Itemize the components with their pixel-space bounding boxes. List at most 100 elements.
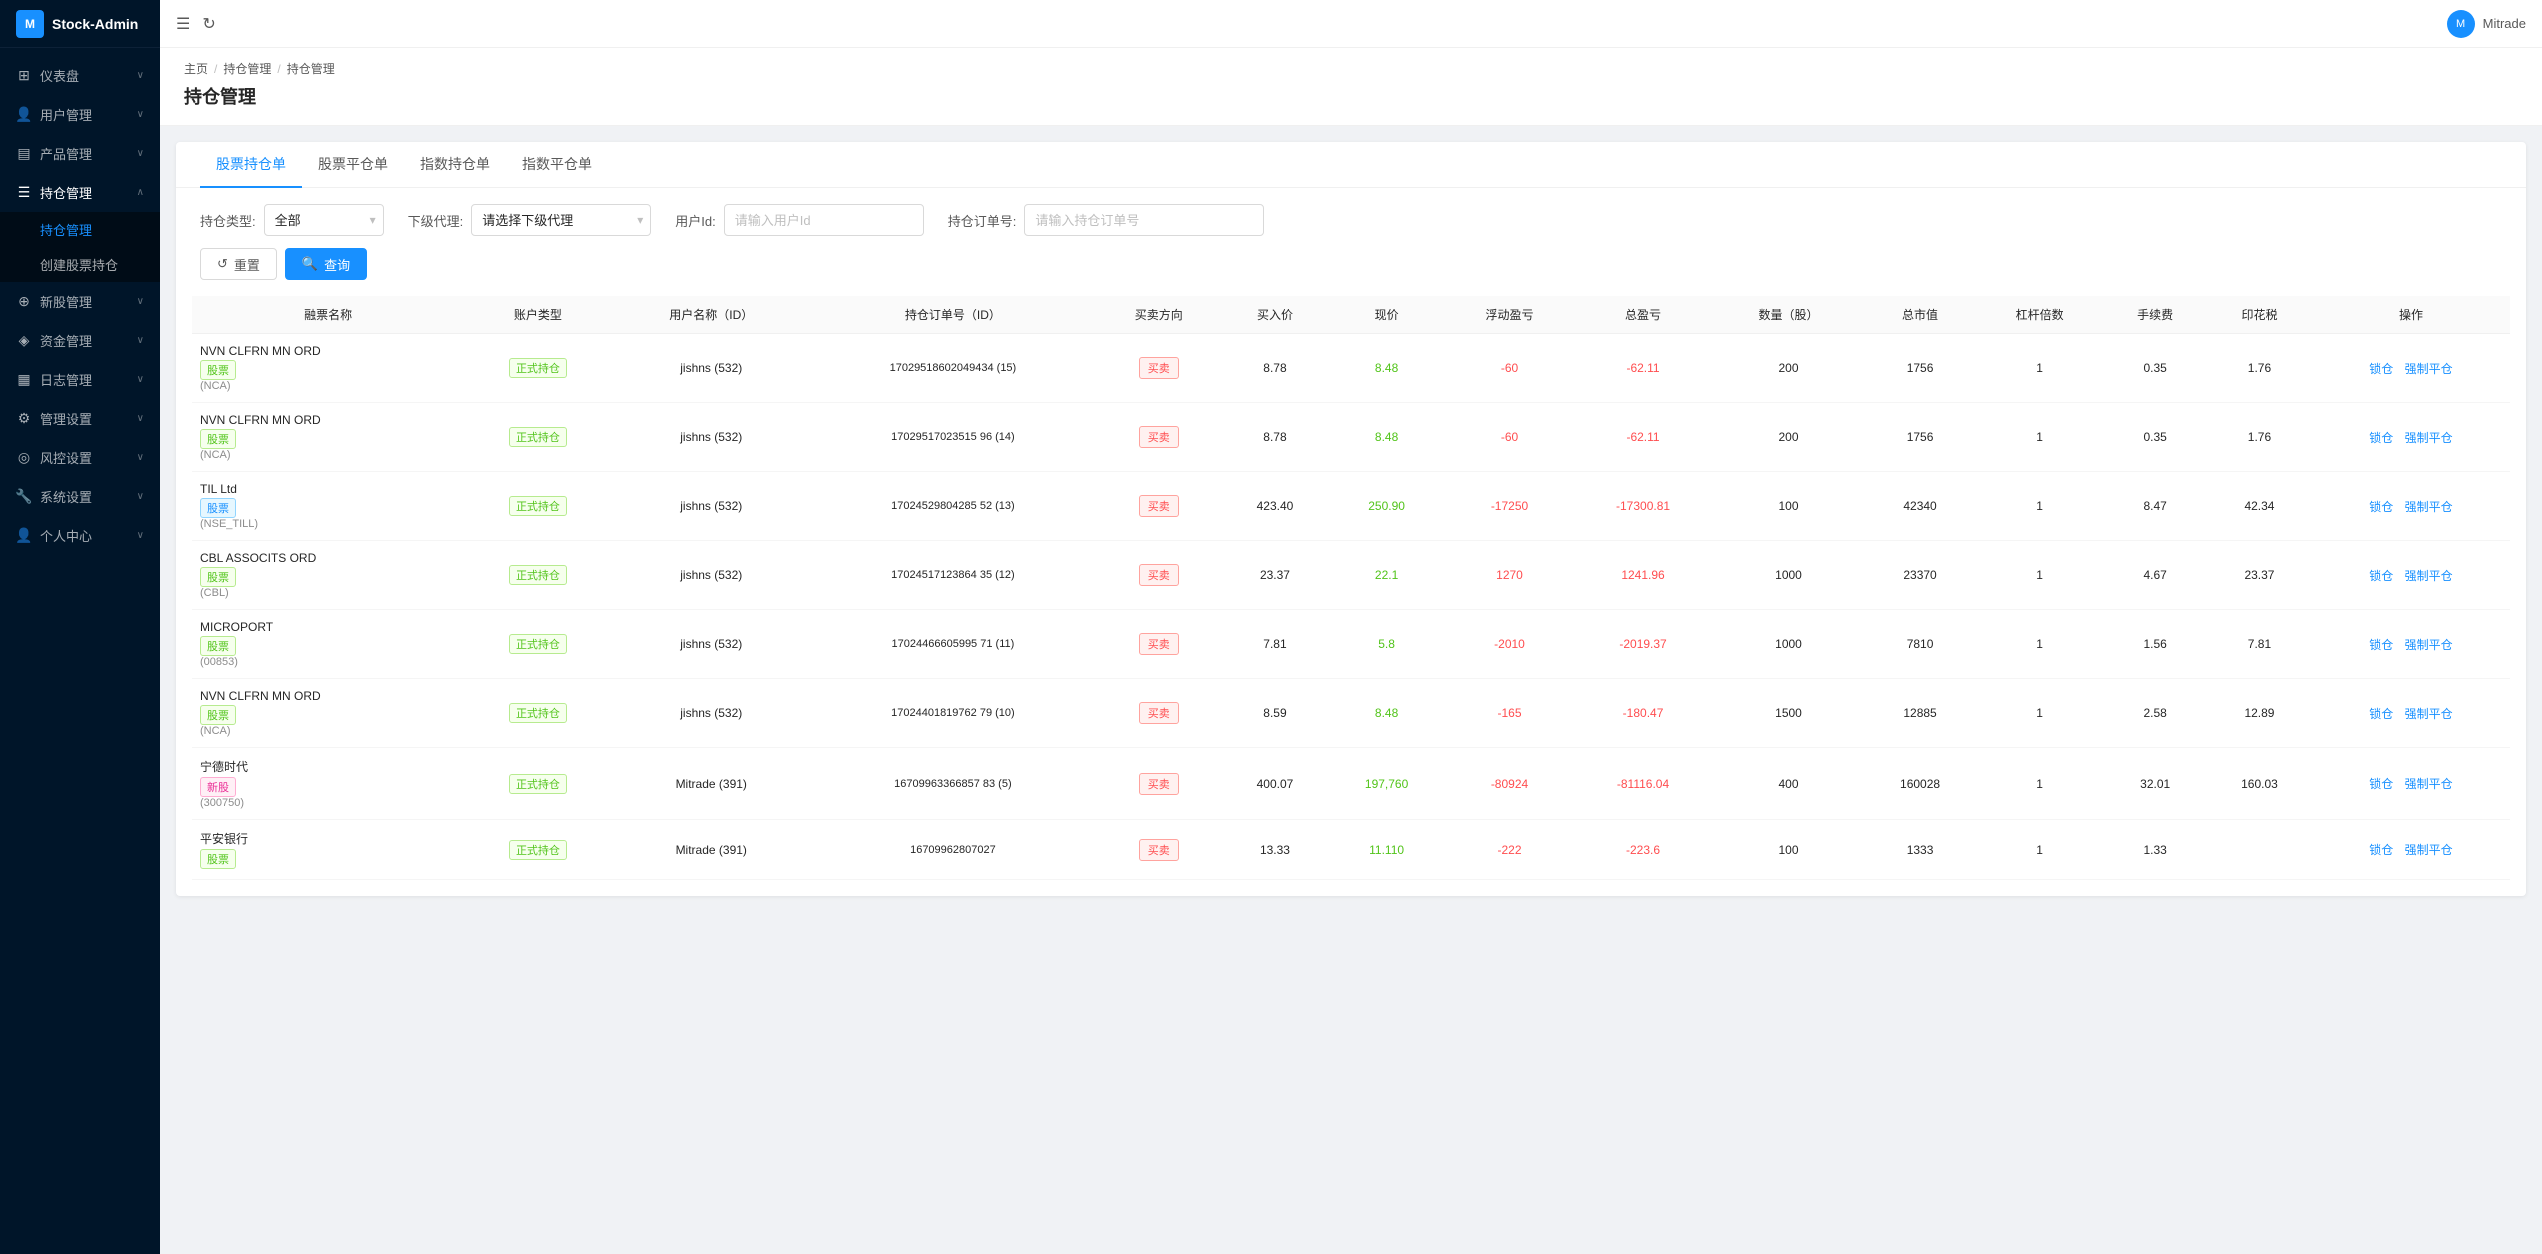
table-row: NVN CLFRN MN ORD 股票 (NCA) 正式持仓 jishns (5… [192,679,2510,748]
cell-name: CBL ASSOCITS ORD 股票 (CBL) [192,541,464,610]
force-close-btn[interactable]: 强制平仓 [2405,362,2453,376]
sidebar-item-label: 风控设置 [40,448,92,467]
sidebar-item-product-mgmt[interactable]: ▤ 产品管理 ∨ [0,134,160,173]
cell-leverage: 1 [1976,403,2104,472]
table-row: CBL ASSOCITS ORD 股票 (CBL) 正式持仓 jishns (5… [192,541,2510,610]
lock-position-btn[interactable]: 锁仓 [2369,362,2393,376]
lock-position-btn[interactable]: 锁仓 [2369,431,2393,445]
cell-user: jishns (532) [612,541,811,610]
cell-leverage: 1 [1976,472,2104,541]
dashboard-icon: ⊞ [16,68,32,84]
force-close-btn[interactable]: 强制平仓 [2405,431,2453,445]
sidebar-sub-item-position-manage[interactable]: 持仓管理 [0,212,160,247]
force-close-btn[interactable]: 强制平仓 [2405,843,2453,857]
col-buy-price: 买入价 [1222,296,1327,334]
sidebar-item-label: 系统设置 [40,487,92,506]
sidebar-item-ipo[interactable]: ⊕ 新股管理 ∨ [0,282,160,321]
tab-stock-position[interactable]: 股票持仓单 [200,142,302,188]
cell-direction: 买卖 [1095,820,1223,880]
cell-name: 宁德时代 新股 (300750) [192,748,464,820]
cell-user: jishns (532) [612,472,811,541]
cell-total-pnl: -17300.81 [1573,472,1713,541]
cell-total-pnl: -180.47 [1573,679,1713,748]
cell-buy-price: 8.78 [1222,334,1327,403]
sidebar-item-personal[interactable]: 👤 个人中心 ∨ [0,516,160,555]
cell-stamp-tax: 7.81 [2207,610,2312,679]
sidebar-item-dashboard[interactable]: ⊞ 仪表盘 ∨ [0,56,160,95]
reset-button[interactable]: ↺ 重置 [200,248,277,280]
sidebar-item-admin-settings[interactable]: ⚙ 管理设置 ∨ [0,399,160,438]
sidebar-item-user-mgmt[interactable]: 👤 用户管理 ∨ [0,95,160,134]
sidebar-item-risk[interactable]: ◎ 风控设置 ∨ [0,438,160,477]
cell-direction: 买卖 [1095,403,1223,472]
force-close-btn[interactable]: 强制平仓 [2405,569,2453,583]
filter-position-type: 持仓类型: 全部 正式持仓 模拟持仓 [200,204,384,236]
sidebar-sub-item-create-stock-position[interactable]: 创建股票持仓 [0,247,160,282]
tab-index-position[interactable]: 指数持仓单 [404,142,506,188]
position-submenu: 持仓管理 创建股票持仓 [0,212,160,282]
lock-position-btn[interactable]: 锁仓 [2369,569,2393,583]
breadcrumb-bar: 主页 / 持仓管理 / 持仓管理 持仓管理 [160,48,2542,126]
search-button[interactable]: 🔍 查询 [285,248,367,280]
force-close-btn[interactable]: 强制平仓 [2405,707,2453,721]
tab-index-close[interactable]: 指数平仓单 [506,142,608,188]
sidebar-item-daily[interactable]: ▦ 日志管理 ∨ [0,360,160,399]
user-icon: 👤 [16,107,32,123]
table-wrap: 融票名称 账户类型 用户名称（ID） 持仓订单号（ID） 买卖方向 买入价 现价… [176,296,2526,896]
header: ☰ ↻ M Mitrade [160,0,2542,48]
cell-order-id: 16709962807027 [811,820,1095,880]
cell-stamp-tax [2207,820,2312,880]
sidebar-item-label: 持仓管理 [40,183,92,202]
cell-actions: 锁仓 强制平仓 [2312,820,2510,880]
order-no-input[interactable] [1024,204,1264,236]
table-row: MICROPORT 股票 (00853) 正式持仓 jishns (532) 1… [192,610,2510,679]
col-direction: 买卖方向 [1095,296,1223,334]
cell-commission: 2.58 [2103,679,2207,748]
refresh-icon[interactable]: ↻ [202,14,215,34]
lock-position-btn[interactable]: 锁仓 [2369,707,2393,721]
sidebar-item-label: 资金管理 [40,331,92,350]
cell-buy-price: 7.81 [1222,610,1327,679]
cell-current-price: 250.90 [1327,472,1445,541]
cell-account-type: 正式持仓 [464,748,611,820]
cell-leverage: 1 [1976,541,2104,610]
sub-agent-select[interactable]: 请选择下级代理 [471,204,651,236]
lock-position-btn[interactable]: 锁仓 [2369,843,2393,857]
cell-total-value: 7810 [1864,610,1976,679]
ipo-icon: ⊕ [16,294,32,310]
menu-toggle-icon[interactable]: ☰ [176,14,190,34]
daily-icon: ▦ [16,372,32,388]
table-row: 平安银行 股票 正式持仓 Mitrade (391) 1670996280702… [192,820,2510,880]
user-id-input[interactable] [724,204,924,236]
cell-buy-price: 13.33 [1222,820,1327,880]
force-close-btn[interactable]: 强制平仓 [2405,777,2453,791]
position-type-select[interactable]: 全部 正式持仓 模拟持仓 [264,204,384,236]
tab-stock-close[interactable]: 股票平仓单 [302,142,404,188]
cell-account-type: 正式持仓 [464,334,611,403]
col-stamp-tax: 印花税 [2207,296,2312,334]
force-close-btn[interactable]: 强制平仓 [2405,638,2453,652]
cell-actions: 锁仓 强制平仓 [2312,472,2510,541]
cell-current-price: 11.110 [1327,820,1445,880]
breadcrumb-position-mgmt[interactable]: 持仓管理 [223,60,271,77]
breadcrumb-home[interactable]: 主页 [184,60,208,77]
sidebar-item-label: 个人中心 [40,526,92,545]
cell-total-pnl: -81116.04 [1573,748,1713,820]
cell-float-pnl: 1270 [1446,541,1574,610]
lock-position-btn[interactable]: 锁仓 [2369,500,2393,514]
main-card: 股票持仓单 股票平仓单 指数持仓单 指数平仓单 持仓类型: [176,142,2526,896]
position-icon: ☰ [16,185,32,201]
col-total-value: 总市值 [1864,296,1976,334]
force-close-btn[interactable]: 强制平仓 [2405,500,2453,514]
table-row: 宁德时代 新股 (300750) 正式持仓 Mitrade (391) 1670… [192,748,2510,820]
sidebar-item-finance[interactable]: ◈ 资金管理 ∨ [0,321,160,360]
sidebar-item-system[interactable]: 🔧 系统设置 ∨ [0,477,160,516]
lock-position-btn[interactable]: 锁仓 [2369,638,2393,652]
cell-float-pnl: -165 [1446,679,1574,748]
sidebar-item-position-mgmt[interactable]: ☰ 持仓管理 ∧ [0,173,160,212]
cell-order-id: 17024517123864 35 (12) [811,541,1095,610]
lock-position-btn[interactable]: 锁仓 [2369,777,2393,791]
cell-account-type: 正式持仓 [464,403,611,472]
sidebar-menu: ⊞ 仪表盘 ∨ 👤 用户管理 ∨ ▤ 产品管理 ∨ ☰ 持仓管理 [0,48,160,1254]
cell-commission: 0.35 [2103,334,2207,403]
